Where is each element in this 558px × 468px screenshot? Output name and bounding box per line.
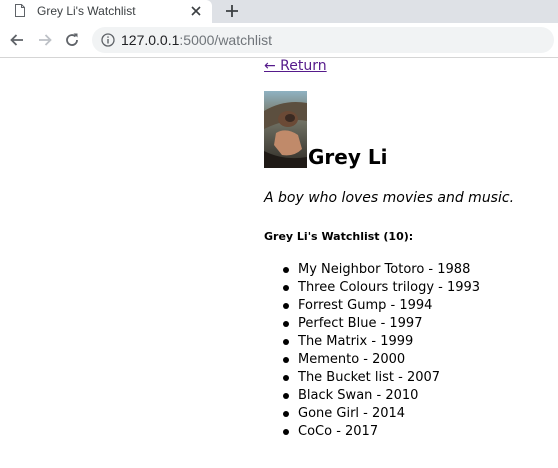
info-icon[interactable] bbox=[101, 33, 115, 47]
avatar bbox=[264, 91, 307, 168]
reload-icon[interactable] bbox=[63, 31, 81, 49]
tab-strip: Grey Li's Watchlist bbox=[0, 0, 558, 23]
movie-item: My Neighbor Totoro - 1988 bbox=[264, 261, 480, 279]
movie-item: Forrest Gump - 1994 bbox=[264, 297, 480, 315]
movie-item: Black Swan - 2010 bbox=[264, 387, 480, 405]
user-bio: A boy who loves movies and music. bbox=[264, 190, 515, 206]
close-icon[interactable] bbox=[190, 5, 202, 17]
bullet-icon bbox=[283, 285, 289, 291]
address-bar[interactable]: 127.0.0.1:5000/watchlist bbox=[92, 27, 554, 53]
watchlist-heading: Grey Li's Watchlist (10): bbox=[264, 230, 414, 243]
tab-title: Grey Li's Watchlist bbox=[37, 4, 136, 18]
user-name: Grey Li bbox=[308, 145, 388, 169]
movie-item: Perfect Blue - 1997 bbox=[264, 315, 480, 333]
bullet-icon bbox=[283, 267, 289, 273]
movie-item: The Matrix - 1999 bbox=[264, 333, 480, 351]
movie-item: Memento - 2000 bbox=[264, 351, 480, 369]
browser-tab[interactable]: Grey Li's Watchlist bbox=[0, 0, 212, 23]
browser-chrome: Grey Li's Watchlist 127.0.0.1:5000/watch… bbox=[0, 0, 558, 58]
bullet-icon bbox=[283, 393, 289, 399]
bullet-icon bbox=[283, 321, 289, 327]
bullet-icon bbox=[283, 375, 289, 381]
bullet-icon bbox=[283, 357, 289, 363]
back-arrow-icon[interactable] bbox=[8, 31, 26, 49]
toolbar: 127.0.0.1:5000/watchlist bbox=[0, 23, 558, 58]
movie-item: CoCo - 2017 bbox=[264, 423, 480, 441]
movie-list: My Neighbor Totoro - 1988 Three Colours … bbox=[264, 261, 480, 441]
bullet-icon bbox=[283, 429, 289, 435]
document-icon bbox=[15, 4, 25, 17]
bullet-icon bbox=[283, 411, 289, 417]
forward-arrow-icon[interactable] bbox=[36, 31, 54, 49]
movie-item: Three Colours trilogy - 1993 bbox=[264, 279, 480, 297]
new-tab-icon[interactable] bbox=[223, 2, 241, 20]
movie-item: The Bucket list - 2007 bbox=[264, 369, 480, 387]
movie-item: Gone Girl - 2014 bbox=[264, 405, 480, 423]
bullet-icon bbox=[283, 303, 289, 309]
return-link[interactable]: ← Return bbox=[264, 57, 327, 75]
url-text[interactable]: 127.0.0.1:5000/watchlist bbox=[121, 32, 272, 48]
bullet-icon bbox=[283, 339, 289, 345]
